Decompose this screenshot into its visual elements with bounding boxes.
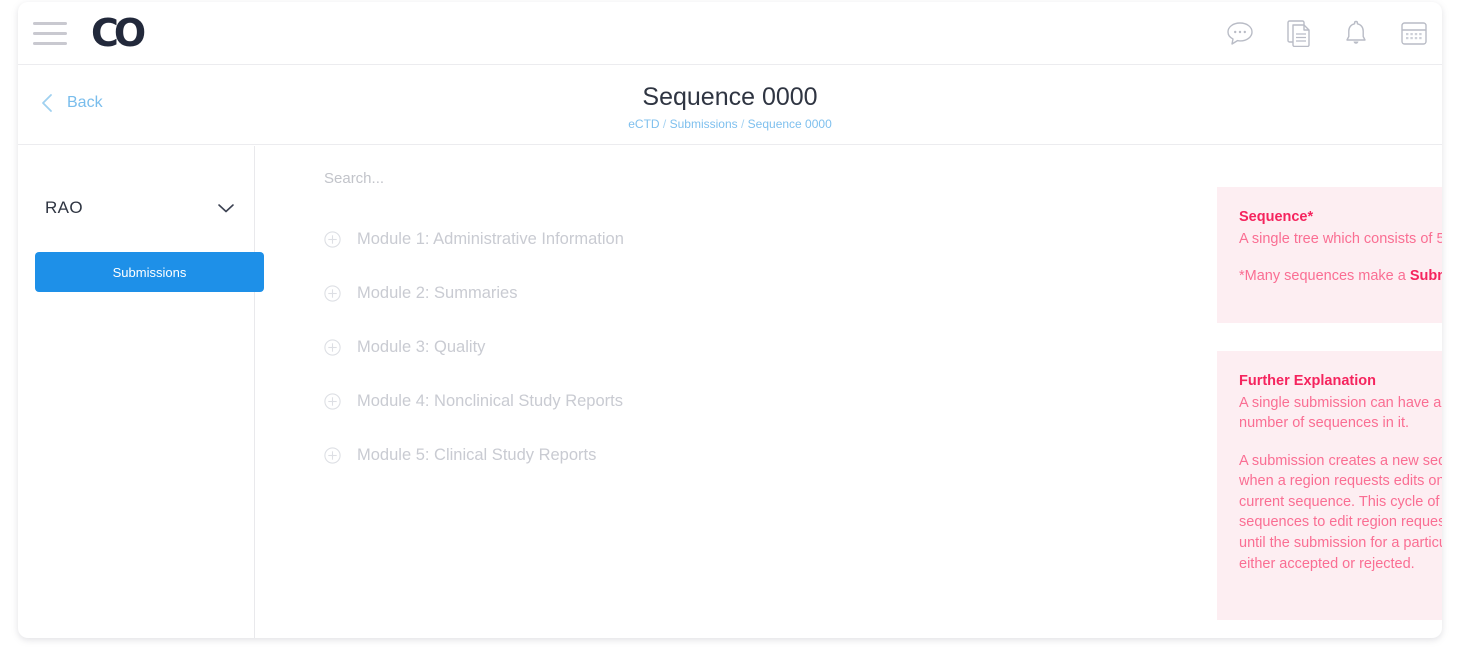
module-row[interactable]: Module 5: Clinical Study Reports — [324, 428, 1004, 482]
sidebar-group-rao[interactable]: RAO — [45, 198, 235, 218]
further-explanation-panel: Further Explanation A single submission … — [1217, 351, 1442, 620]
module-label: Module 3: Quality — [357, 338, 485, 357]
hamburger-icon[interactable] — [33, 20, 67, 46]
app-window: CO — [18, 2, 1442, 638]
module-row[interactable]: Module 3: Quality — [324, 320, 1004, 374]
module-row[interactable]: Module 2: Summaries — [324, 266, 1004, 320]
sequence-panel-footnote: *Many sequences make a Submission — [1239, 266, 1442, 287]
page-title: Sequence 0000 — [18, 83, 1442, 112]
module-label: Module 1: Administrative Information — [357, 230, 624, 249]
sidebar-item-submissions[interactable]: Submissions — [35, 252, 264, 292]
calendar-icon[interactable] — [1400, 20, 1428, 47]
circle-plus-icon[interactable] — [324, 285, 341, 302]
circle-plus-icon[interactable] — [324, 447, 341, 464]
breadcrumb: eCTD / Submissions / Sequence 0000 — [18, 117, 1442, 131]
hamburger-line — [33, 42, 67, 45]
explanation-paragraph-2: A submission creates a new sequence only… — [1239, 451, 1442, 574]
chat-icon[interactable] — [1226, 20, 1254, 46]
module-label: Module 2: Summaries — [357, 284, 517, 303]
topbar-icon-group — [1226, 19, 1428, 47]
circle-plus-icon[interactable] — [324, 339, 341, 356]
circle-plus-icon[interactable] — [324, 231, 341, 248]
bell-icon[interactable] — [1344, 19, 1368, 47]
module-label: Module 5: Clinical Study Reports — [357, 446, 596, 465]
main-content: Module 1: Administrative Information Mod… — [256, 146, 1442, 638]
sidebar-group-label: RAO — [45, 198, 83, 218]
hamburger-line — [33, 22, 67, 25]
module-row[interactable]: Module 1: Administrative Information — [324, 212, 1004, 266]
sequence-info-panel: Sequence* A single tree which consists o… — [1217, 187, 1442, 323]
circle-plus-icon[interactable] — [324, 393, 341, 410]
app-logo[interactable]: CO — [91, 14, 141, 52]
breadcrumb-separator: / — [741, 117, 744, 131]
hamburger-line — [33, 32, 67, 35]
module-row[interactable]: Module 4: Nonclinical Study Reports — [324, 374, 1004, 428]
breadcrumb-item-sequence[interactable]: Sequence 0000 — [748, 117, 832, 131]
footnote-prefix: *Many sequences make a — [1239, 268, 1410, 284]
module-tree: Module 1: Administrative Information Mod… — [324, 212, 1004, 482]
page-header: Back Sequence 0000 eCTD / Submissions / … — [18, 65, 1442, 145]
sidebar: RAO Submissions — [18, 146, 255, 638]
documents-icon[interactable] — [1286, 19, 1312, 47]
explanation-panel-title: Further Explanation — [1239, 371, 1442, 392]
chevron-down-icon — [217, 202, 235, 214]
explanation-paragraph-1: A single submission can have an infinite… — [1239, 393, 1442, 434]
breadcrumb-item-ectd[interactable]: eCTD — [628, 117, 659, 131]
module-label: Module 4: Nonclinical Study Reports — [357, 392, 623, 411]
sidebar-item-label: Submissions — [113, 265, 187, 280]
sequence-panel-title: Sequence* — [1239, 207, 1442, 228]
breadcrumb-separator: / — [663, 117, 666, 131]
footnote-bold: Submission — [1410, 268, 1442, 284]
breadcrumb-item-submissions[interactable]: Submissions — [670, 117, 738, 131]
search-input[interactable] — [324, 170, 924, 187]
top-bar: CO — [18, 2, 1442, 65]
sequence-panel-body: A single tree which consists of 5 module… — [1239, 229, 1442, 250]
